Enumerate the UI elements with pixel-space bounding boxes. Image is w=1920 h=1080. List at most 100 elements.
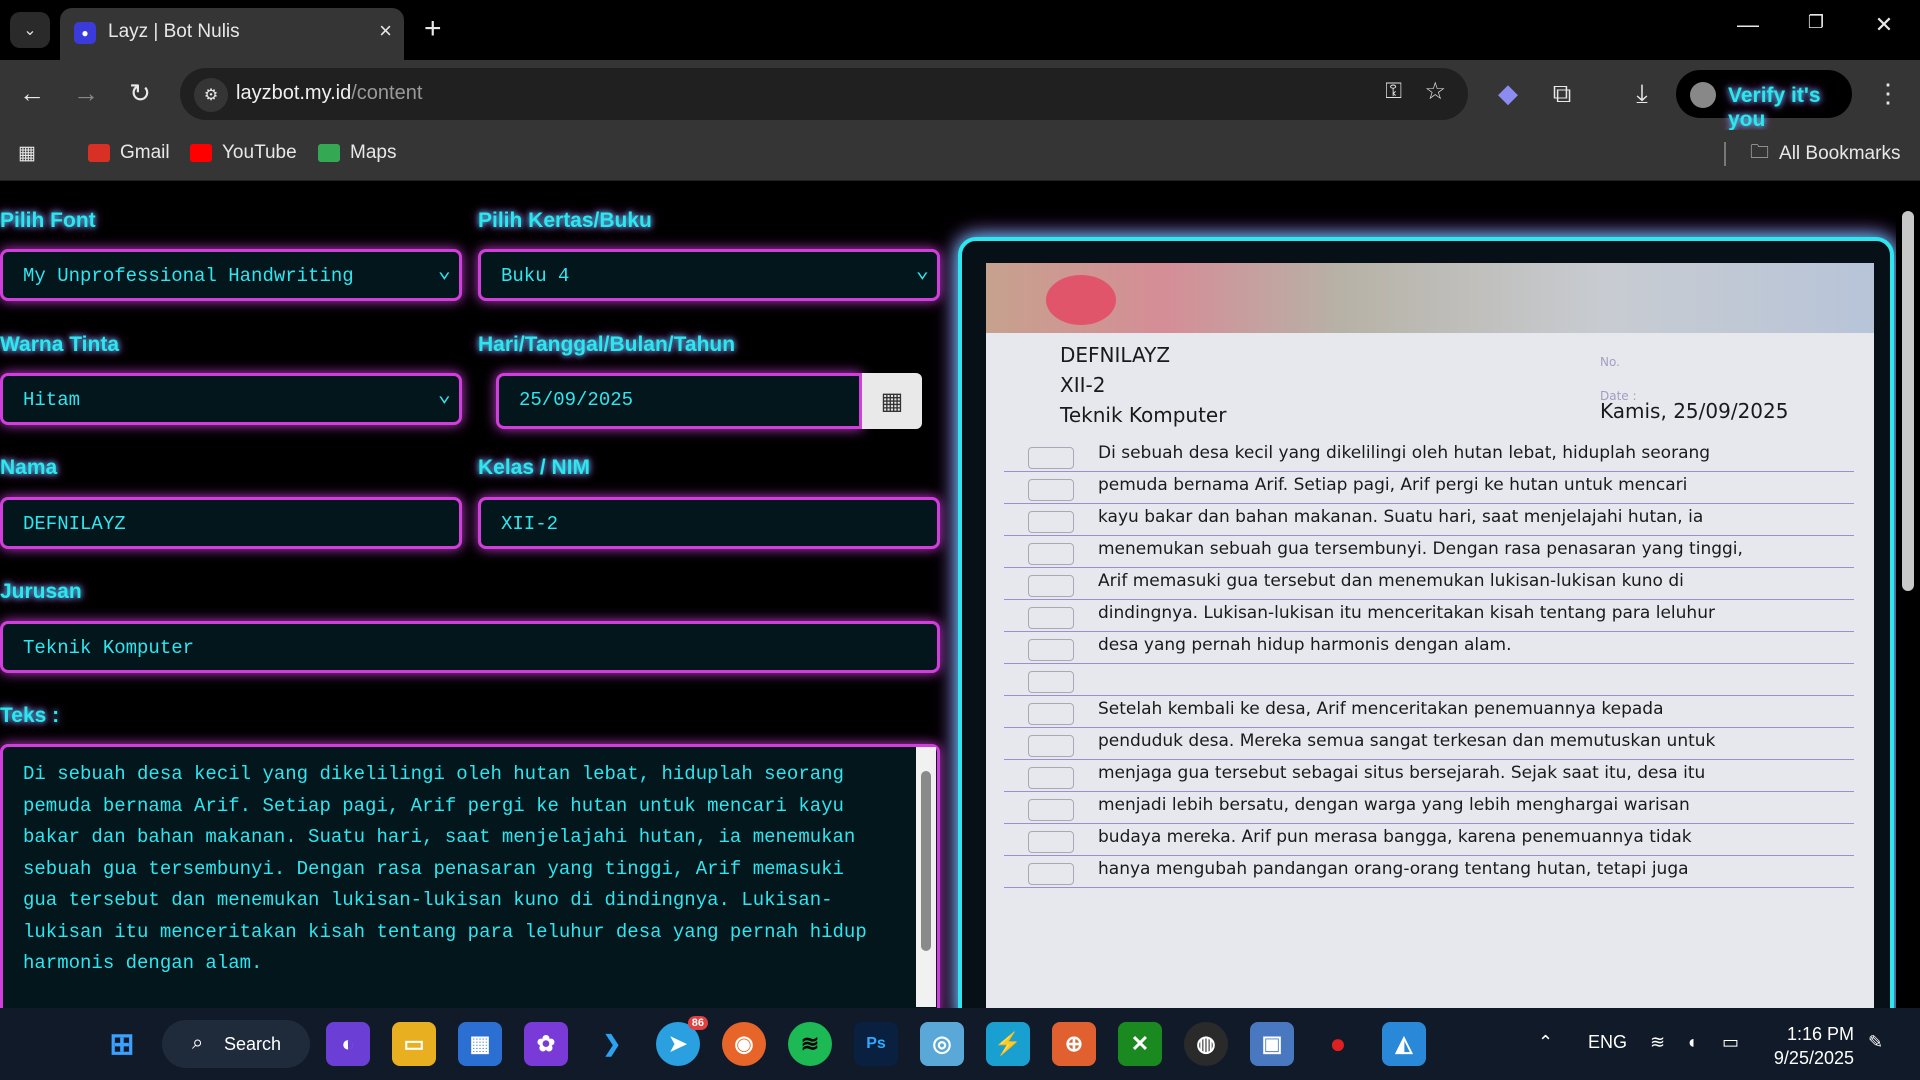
- photoshop-icon[interactable]: Ps: [854, 1022, 898, 1066]
- tray-overflow-icon[interactable]: ⌃: [1538, 1032, 1553, 1053]
- xbox-icon[interactable]: ✕: [1118, 1022, 1162, 1066]
- chrome-icon[interactable]: ◍: [1184, 1022, 1228, 1066]
- menu-kebab-icon[interactable]: ⋮: [1870, 78, 1906, 109]
- margin-box: [1028, 831, 1074, 853]
- ruled-line: [1004, 791, 1854, 792]
- close-tab-icon[interactable]: ×: [379, 18, 392, 44]
- preview-no-label: No.: [1600, 355, 1620, 369]
- extension-ghost-icon[interactable]: ◆: [1490, 78, 1526, 109]
- margin-box: [1028, 543, 1074, 565]
- spotify-icon[interactable]: ≋: [788, 1022, 832, 1066]
- major-value: Teknik Komputer: [23, 637, 195, 659]
- bookmark-gmail[interactable]: Gmail: [88, 142, 170, 164]
- bookmark-star-icon[interactable]: ☆: [1424, 77, 1446, 106]
- preview-major: Teknik Komputer: [1060, 403, 1227, 427]
- restore-icon[interactable]: ❐: [1796, 12, 1836, 33]
- tab-title: Layz | Bot Nulis: [108, 21, 240, 42]
- url-text[interactable]: layzbot.my.id/content: [236, 82, 422, 105]
- paper-select[interactable]: Buku 4: [478, 249, 940, 301]
- store-icon[interactable]: ▦: [458, 1022, 502, 1066]
- language-indicator[interactable]: ENG: [1588, 1032, 1627, 1053]
- calendar-button[interactable]: ▦: [862, 373, 922, 429]
- site-favicon-icon: ●: [74, 22, 96, 44]
- extensions-puzzle-icon[interactable]: ⧉: [1544, 78, 1580, 110]
- url-domain: layzbot.my.id: [236, 82, 352, 104]
- forward-icon[interactable]: →: [68, 78, 104, 109]
- notification-icon[interactable]: ✎: [1868, 1032, 1883, 1053]
- bookmark-youtube[interactable]: YouTube: [190, 142, 297, 164]
- ruled-line: [1004, 695, 1854, 696]
- firefox-icon[interactable]: ◉: [722, 1022, 766, 1066]
- margin-box: [1028, 447, 1074, 469]
- date-input[interactable]: 25/09/2025: [496, 373, 862, 429]
- start-windows-icon[interactable]: ⊞: [100, 1022, 144, 1066]
- textarea-scrollbar[interactable]: [916, 747, 936, 1007]
- app-bolt-icon[interactable]: ⚡: [986, 1022, 1030, 1066]
- vscode-icon[interactable]: ❯: [590, 1022, 634, 1066]
- profile-verify-button[interactable]: Verify it's you: [1676, 70, 1852, 131]
- name-label: Nama: [0, 456, 58, 479]
- text-input[interactable]: Di sebuah desa kecil yang dikelilingi ol…: [0, 744, 940, 1008]
- record-icon[interactable]: ●: [1316, 1022, 1360, 1066]
- name-value: DEFNILAYZ: [23, 513, 126, 535]
- taskbar-search[interactable]: ⌕ Search: [162, 1020, 310, 1068]
- ink-select[interactable]: Hitam: [0, 373, 462, 425]
- verify-label: Verify it's you: [1728, 84, 1821, 131]
- ruled-line: [1004, 503, 1854, 504]
- gmail-icon: [88, 144, 110, 162]
- ink-value: Hitam: [23, 389, 81, 411]
- paper-value: Buku 4: [501, 265, 570, 287]
- flower-illustration: [1046, 275, 1116, 325]
- remote-desktop-icon[interactable]: ▣: [1250, 1022, 1294, 1066]
- handwritten-line: penduduk desa. Mereka semua sangat terke…: [1098, 731, 1716, 751]
- page-scrollbar[interactable]: [1896, 181, 1920, 1008]
- password-key-icon[interactable]: ⚿: [1385, 78, 1402, 104]
- app-ubuntu-icon[interactable]: ⊕: [1052, 1022, 1096, 1066]
- address-bar[interactable]: ⚙ layzbot.my.id/content ⚿ ☆: [180, 68, 1468, 120]
- class-input[interactable]: XII-2: [478, 497, 940, 549]
- telegram-icon[interactable]: ➤ 86: [656, 1016, 708, 1066]
- page-scroll-thumb[interactable]: [1902, 211, 1914, 591]
- margin-box: [1028, 671, 1074, 693]
- font-select[interactable]: My Unprofessional Handwriting: [0, 249, 462, 301]
- clock-time: 1:16 PM: [1786, 1024, 1854, 1044]
- app-photos-icon[interactable]: ◭: [1382, 1022, 1426, 1066]
- copilot-icon[interactable]: ◐: [326, 1022, 370, 1066]
- app-purple-icon[interactable]: ✿: [524, 1022, 568, 1066]
- bookmark-label: YouTube: [222, 142, 297, 163]
- windows-taskbar: ⊞ ⌕ Search ◐ ▭ ▦ ✿ ❯ ➤ 86 ◉ ≋ Ps ◎ ⚡ ⊕ ✕ …: [0, 1008, 1920, 1080]
- major-input[interactable]: Teknik Komputer: [0, 621, 940, 673]
- margin-box: [1028, 639, 1074, 661]
- battery-icon[interactable]: ▭: [1722, 1032, 1739, 1053]
- file-explorer-icon[interactable]: ▭: [392, 1022, 436, 1066]
- apps-grid-icon[interactable]: ▦: [18, 142, 36, 165]
- margin-box: [1028, 735, 1074, 757]
- bookmarks-bar: ▦ Gmail YouTube Maps 🗀 All Bookmarks: [0, 130, 1920, 181]
- close-window-icon[interactable]: ✕: [1864, 12, 1904, 38]
- ink-label: Warna Tinta: [0, 333, 120, 356]
- ruled-line: [1004, 823, 1854, 824]
- reload-icon[interactable]: ↻: [122, 78, 158, 109]
- handwritten-line: budaya mereka. Arif pun merasa bangga, k…: [1098, 827, 1692, 847]
- back-icon[interactable]: ←: [14, 78, 50, 109]
- class-value: XII-2: [501, 513, 559, 535]
- preview-class: XII-2: [1060, 373, 1106, 397]
- tab-active[interactable]: ● Layz | Bot Nulis ×: [60, 8, 404, 60]
- clock[interactable]: 1:16 PM 9/25/2025: [1768, 1022, 1854, 1070]
- app-camera-icon[interactable]: ◎: [920, 1022, 964, 1066]
- volume-icon[interactable]: ◖: [1686, 1032, 1697, 1053]
- site-info-icon[interactable]: ⚙: [194, 78, 228, 112]
- all-bookmarks[interactable]: 🗀 All Bookmarks: [1724, 142, 1900, 166]
- download-icon[interactable]: ⤓: [1624, 78, 1660, 110]
- wifi-icon[interactable]: ≋: [1650, 1032, 1665, 1053]
- ruled-line: [1004, 567, 1854, 568]
- ruled-line: [1004, 663, 1854, 664]
- new-tab-icon[interactable]: +: [424, 12, 442, 46]
- scroll-thumb[interactable]: [921, 771, 931, 951]
- tab-search-button[interactable]: ⌄: [10, 12, 50, 48]
- margin-box: [1028, 479, 1074, 501]
- bookmark-maps[interactable]: Maps: [318, 142, 396, 164]
- font-value: My Unprofessional Handwriting: [23, 265, 354, 287]
- name-input[interactable]: DEFNILAYZ: [0, 497, 462, 549]
- minimize-icon[interactable]: —: [1728, 12, 1768, 38]
